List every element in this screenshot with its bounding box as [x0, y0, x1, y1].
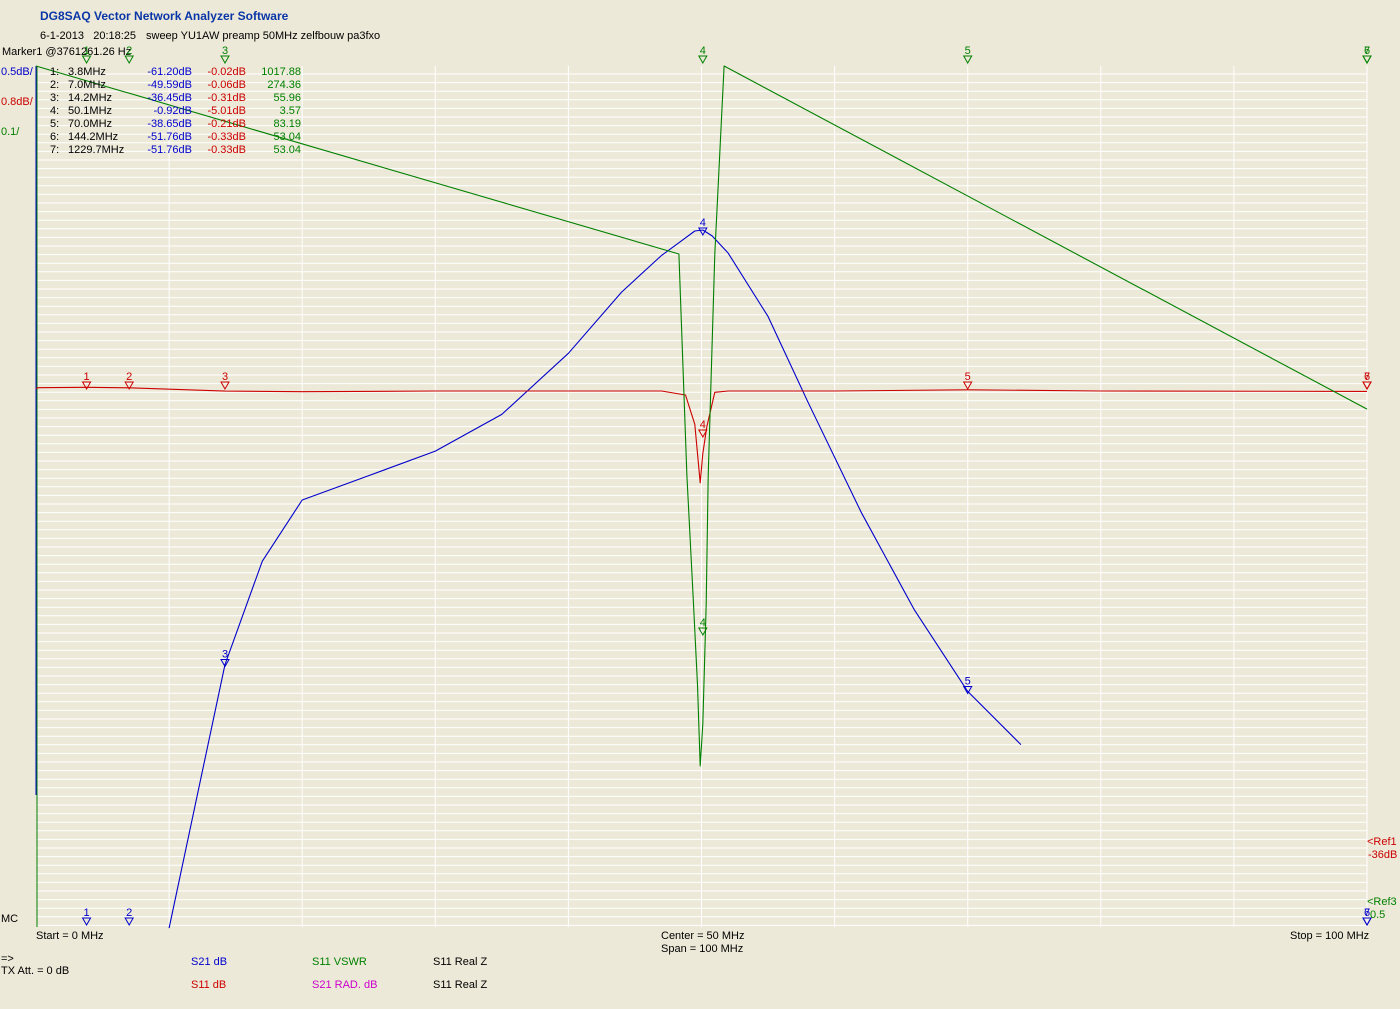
marker-s11-1-number: 1	[84, 371, 90, 383]
marker-s21-2-number: 2	[126, 907, 132, 919]
marker-vswr-value: 1017.88	[261, 66, 301, 78]
marker-s21-3-number: 3	[222, 649, 228, 661]
marker-vswr-2-number: 2	[126, 45, 132, 57]
marker-row: 5: 70.0MHz -38.65dB -0.21dB 83.19	[50, 118, 301, 131]
marker-row: 3: 14.2MHz -36.45dB -0.31dB 55.96	[50, 92, 301, 105]
marker-vswr-3-glyph	[220, 55, 230, 65]
marker-id: 7:	[50, 144, 60, 156]
marker-vswr-5-glyph	[962, 55, 973, 65]
marker-s11-value: -5.01dB	[207, 105, 246, 117]
trace-label-s21-db[interactable]: S21 dB	[191, 956, 227, 968]
marker-frequency: 7.0MHz	[68, 79, 106, 91]
marker-s21-value: -61.20dB	[147, 66, 192, 78]
marker-s21-value: -49.59dB	[147, 79, 192, 91]
marker-vswr-1-number: 1	[84, 45, 90, 57]
marker-s11-value: -0.21dB	[207, 118, 246, 130]
marker-vswr-value: 3.57	[279, 105, 301, 117]
marker-s11-value: -0.06dB	[207, 79, 246, 91]
marker-s11-5-number: 5	[965, 371, 971, 383]
ref3-label: <Ref3	[1367, 896, 1397, 908]
marker-row: 2: 7.0MHz -49.59dB -0.06dB 274.36	[50, 79, 301, 92]
marker-s21-value: -0.92dB	[153, 105, 192, 117]
trace-label-s11-realz-1[interactable]: S11 Real Z	[433, 956, 487, 968]
trace-label-s21-rad[interactable]: S21 RAD. dB	[312, 979, 377, 991]
marker-row: 6: 144.2MHz -51.76dB -0.33dB 53.04	[50, 131, 301, 144]
marker-s21-5-number: 5	[965, 675, 971, 687]
marker-vswr-4-number: 4	[700, 45, 706, 57]
marker-id: 4:	[50, 105, 60, 117]
marker-id: 5:	[50, 118, 60, 130]
marker-vswr-6-glyph	[1362, 55, 1372, 65]
marker-id: 1:	[50, 66, 60, 78]
marker-vswr-dip-4-number: 4	[700, 617, 706, 629]
marker-id: 3:	[50, 92, 60, 104]
marker-s21-1-number: 1	[84, 907, 90, 919]
marker-s11-2-number: 2	[126, 371, 132, 383]
marker-frequency: 1229.7MHz	[68, 144, 125, 156]
marker-s11-value: -0.31dB	[207, 92, 246, 104]
marker-s21-4-number: 4	[700, 217, 706, 229]
trace-label-s11-db[interactable]: S11 dB	[191, 979, 226, 991]
marker-frequency: 50.1MHz	[68, 105, 113, 117]
trace-label-s11-vswr[interactable]: S11 VSWR	[312, 956, 367, 968]
marker-s11-value: -0.02dB	[207, 66, 246, 78]
marker-vswr-7-glyph	[1362, 55, 1372, 65]
arrow-indicator: =>	[1, 953, 14, 965]
ref1-value: -36dB	[1368, 849, 1398, 861]
marker-vswr-7-number: 7	[1364, 45, 1370, 57]
ref3-value: 0.5	[1370, 909, 1386, 921]
marker-vswr-4-glyph	[697, 55, 708, 65]
marker-table: 1: 3.8MHz -61.20dB -0.02dB 1017.88 2: 7.0MHz -4…	[50, 66, 301, 157]
marker-vswr-3-number: 3	[222, 45, 228, 57]
marker-id: 2:	[50, 79, 60, 91]
marker-s11-value: -0.33dB	[207, 144, 246, 156]
marker-vswr-value: 53.04	[273, 131, 301, 143]
marker-row: 7: 1229.7MHz -51.76dB -0.33dB 53.04	[50, 144, 301, 157]
trace-label-s11-realz-2[interactable]: S11 Real Z	[433, 979, 487, 991]
marker-row: 4: 50.1MHz -0.92dB -5.01dB 3.57	[50, 105, 301, 118]
marker-s11-3-number: 3	[222, 371, 228, 383]
marker-frequency: 144.2MHz	[68, 131, 119, 143]
marker-row: 1: 3.8MHz -61.20dB -0.02dB 1017.88	[50, 66, 301, 79]
marker-frequency: 3.8MHz	[68, 66, 106, 78]
marker-vswr-value: 274.36	[267, 79, 301, 91]
marker-s21-value: -36.45dB	[147, 92, 192, 104]
center-frequency: Center = 50 MHz	[661, 930, 745, 942]
marker-vswr-value: 55.96	[273, 92, 301, 104]
marker-vswr-1-glyph	[81, 55, 92, 65]
stop-frequency: Stop = 100 MHz	[1290, 930, 1370, 942]
marker-s11-4-number: 4	[700, 419, 706, 431]
marker-vswr-value: 83.19	[273, 118, 301, 130]
marker-vswr-5-number: 5	[965, 45, 971, 57]
marker-s11-7-number: 7	[1364, 371, 1370, 383]
marker-frequency: 70.0MHz	[68, 118, 113, 130]
marker-frequency: 14.2MHz	[68, 92, 113, 104]
span-frequency: Span = 100 MHz	[661, 943, 744, 955]
marker-vswr-2-glyph	[124, 55, 135, 65]
marker-id: 6:	[50, 131, 60, 143]
marker-vswr-value: 53.04	[273, 144, 301, 156]
mc-label: MC	[1, 913, 19, 925]
start-frequency: Start = 0 MHz	[36, 930, 104, 942]
marker-s11-value: -0.33dB	[207, 131, 246, 143]
marker-s21-value: -38.65dB	[147, 118, 192, 130]
tx-attenuation: TX Att. = 0 dB	[1, 965, 70, 977]
ref1-label: <Ref1	[1367, 836, 1397, 848]
marker-s21-value: -51.76dB	[147, 131, 192, 143]
marker-s21-value: -51.76dB	[147, 144, 192, 156]
